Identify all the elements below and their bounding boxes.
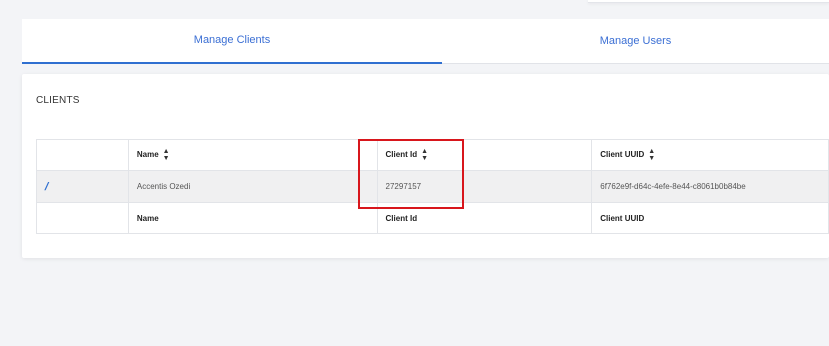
highlight-box: [358, 139, 464, 209]
header-name-label: Name: [136, 150, 159, 160]
header-cell-action: [36, 139, 129, 171]
footer-cell-client-uuid: Client UUID: [591, 202, 829, 234]
tab-bar: Manage Clients Manage Users: [22, 19, 829, 64]
tab-manage-users[interactable]: Manage Users: [442, 19, 829, 64]
top-header-card: [588, 0, 829, 3]
header-cell-client-uuid[interactable]: Client UUID ▲ ▼: [591, 139, 829, 171]
sort-icon[interactable]: ▲ ▼: [163, 148, 170, 162]
sort-icon[interactable]: ▲ ▼: [648, 148, 655, 162]
header-client-uuid-label: Client UUID: [600, 150, 645, 160]
row-action-cell: /: [36, 170, 129, 203]
edit-icon[interactable]: /: [43, 181, 49, 193]
row-name-cell: Accentis Ozedi: [127, 170, 378, 203]
tab-manage-clients[interactable]: Manage Clients: [22, 19, 442, 64]
row-client-uuid-cell: 6f762e9f-d64c-4efe-8e44-c8061b0b84be: [591, 170, 829, 203]
footer-cell-action: [36, 202, 129, 234]
footer-cell-name: Name: [127, 202, 378, 234]
clients-title: CLIENTS: [36, 95, 80, 106]
header-cell-name[interactable]: Name ▲ ▼: [127, 139, 378, 171]
